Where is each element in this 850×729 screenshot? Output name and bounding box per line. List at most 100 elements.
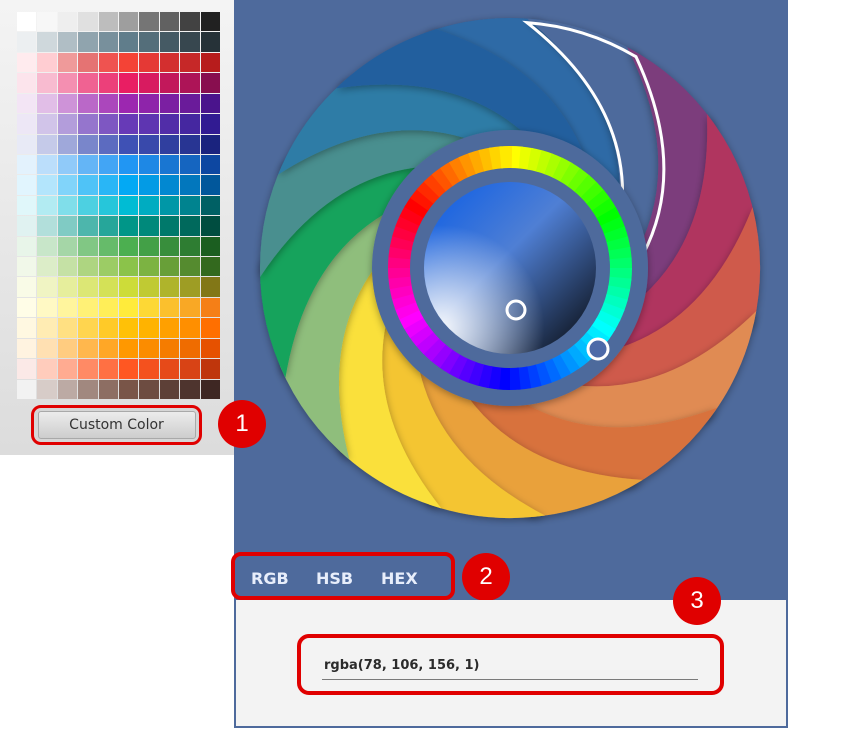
color-swatch[interactable] bbox=[17, 73, 37, 93]
color-swatch[interactable] bbox=[139, 12, 159, 32]
color-swatch[interactable] bbox=[98, 52, 118, 73]
color-swatch[interactable] bbox=[57, 297, 78, 318]
color-swatch[interactable] bbox=[57, 52, 78, 73]
color-swatch[interactable] bbox=[37, 277, 57, 297]
color-swatch[interactable] bbox=[200, 236, 220, 257]
color-swatch[interactable] bbox=[98, 12, 118, 32]
color-swatch[interactable] bbox=[78, 297, 98, 318]
saturation-brightness-picker[interactable] bbox=[424, 182, 596, 354]
color-swatch[interactable] bbox=[200, 195, 220, 216]
color-swatch[interactable] bbox=[159, 73, 180, 93]
color-swatch[interactable] bbox=[98, 93, 118, 114]
color-swatch[interactable] bbox=[118, 257, 139, 277]
color-swatch[interactable] bbox=[159, 154, 180, 175]
color-swatch[interactable] bbox=[159, 52, 180, 73]
color-swatch[interactable] bbox=[37, 12, 57, 32]
color-swatch[interactable] bbox=[118, 277, 139, 297]
color-swatch[interactable] bbox=[139, 154, 159, 175]
color-swatch[interactable] bbox=[17, 318, 37, 338]
color-swatch[interactable] bbox=[118, 154, 139, 175]
color-swatch[interactable] bbox=[180, 338, 200, 359]
color-swatch[interactable] bbox=[118, 318, 139, 338]
color-swatch[interactable] bbox=[78, 175, 98, 195]
color-swatch[interactable] bbox=[98, 32, 118, 52]
color-swatch[interactable] bbox=[98, 338, 118, 359]
color-swatch[interactable] bbox=[180, 379, 200, 399]
color-swatch[interactable] bbox=[98, 154, 118, 175]
color-swatch[interactable] bbox=[98, 216, 118, 236]
color-swatch[interactable] bbox=[118, 216, 139, 236]
color-swatch[interactable] bbox=[78, 73, 98, 93]
color-swatch[interactable] bbox=[17, 52, 37, 73]
color-wheel[interactable] bbox=[234, 0, 788, 600]
color-swatch[interactable] bbox=[98, 73, 118, 93]
color-swatch[interactable] bbox=[159, 236, 180, 257]
color-swatch[interactable] bbox=[118, 134, 139, 154]
color-swatch[interactable] bbox=[200, 12, 220, 32]
color-swatch[interactable] bbox=[180, 93, 200, 114]
color-swatch[interactable] bbox=[200, 134, 220, 154]
color-swatch[interactable] bbox=[98, 318, 118, 338]
color-swatch[interactable] bbox=[139, 175, 159, 195]
custom-color-button[interactable]: Custom Color bbox=[31, 405, 202, 445]
color-swatch[interactable] bbox=[139, 338, 159, 359]
color-swatch[interactable] bbox=[78, 195, 98, 216]
color-swatch[interactable] bbox=[17, 359, 37, 379]
color-swatch[interactable] bbox=[200, 297, 220, 318]
color-swatch[interactable] bbox=[159, 216, 180, 236]
color-swatch[interactable] bbox=[57, 114, 78, 134]
color-swatch[interactable] bbox=[78, 93, 98, 114]
color-swatch[interactable] bbox=[139, 277, 159, 297]
color-swatch[interactable] bbox=[200, 277, 220, 297]
color-swatch[interactable] bbox=[139, 73, 159, 93]
color-swatch[interactable] bbox=[57, 318, 78, 338]
color-swatch[interactable] bbox=[180, 216, 200, 236]
color-swatch[interactable] bbox=[159, 175, 180, 195]
color-swatch[interactable] bbox=[180, 73, 200, 93]
color-swatch[interactable] bbox=[17, 154, 37, 175]
color-swatch[interactable] bbox=[78, 114, 98, 134]
color-swatch[interactable] bbox=[37, 134, 57, 154]
color-swatch[interactable] bbox=[180, 12, 200, 32]
color-swatch[interactable] bbox=[17, 338, 37, 359]
color-swatch[interactable] bbox=[78, 257, 98, 277]
color-swatch[interactable] bbox=[57, 338, 78, 359]
color-swatch[interactable] bbox=[180, 32, 200, 52]
color-swatch[interactable] bbox=[200, 338, 220, 359]
color-swatch[interactable] bbox=[139, 359, 159, 379]
color-swatch[interactable] bbox=[200, 154, 220, 175]
color-swatch[interactable] bbox=[57, 359, 78, 379]
color-swatch[interactable] bbox=[37, 338, 57, 359]
color-swatch[interactable] bbox=[37, 257, 57, 277]
color-swatch[interactable] bbox=[57, 73, 78, 93]
color-swatch[interactable] bbox=[200, 114, 220, 134]
color-swatch[interactable] bbox=[98, 379, 118, 399]
tab-hsb[interactable]: HSB bbox=[316, 569, 353, 588]
color-swatch[interactable] bbox=[78, 216, 98, 236]
color-swatch[interactable] bbox=[159, 379, 180, 399]
color-swatch[interactable] bbox=[180, 134, 200, 154]
color-swatch[interactable] bbox=[118, 379, 139, 399]
color-swatch[interactable] bbox=[180, 257, 200, 277]
color-swatch[interactable] bbox=[17, 297, 37, 318]
color-swatch[interactable] bbox=[159, 114, 180, 134]
color-swatch[interactable] bbox=[139, 297, 159, 318]
color-swatch[interactable] bbox=[139, 318, 159, 338]
tab-rgb[interactable]: RGB bbox=[251, 569, 289, 588]
color-swatch[interactable] bbox=[37, 52, 57, 73]
color-swatch[interactable] bbox=[159, 195, 180, 216]
color-swatch[interactable] bbox=[139, 32, 159, 52]
color-swatch[interactable] bbox=[17, 257, 37, 277]
color-value-input[interactable] bbox=[322, 652, 698, 680]
color-swatch[interactable] bbox=[17, 216, 37, 236]
color-swatch[interactable] bbox=[37, 114, 57, 134]
color-swatch[interactable] bbox=[180, 359, 200, 379]
color-swatch[interactable] bbox=[118, 195, 139, 216]
color-swatch[interactable] bbox=[200, 52, 220, 73]
color-swatch[interactable] bbox=[139, 134, 159, 154]
color-swatch[interactable] bbox=[159, 318, 180, 338]
color-swatch[interactable] bbox=[159, 93, 180, 114]
color-swatch[interactable] bbox=[78, 52, 98, 73]
color-swatch[interactable] bbox=[200, 379, 220, 399]
color-swatch[interactable] bbox=[37, 379, 57, 399]
